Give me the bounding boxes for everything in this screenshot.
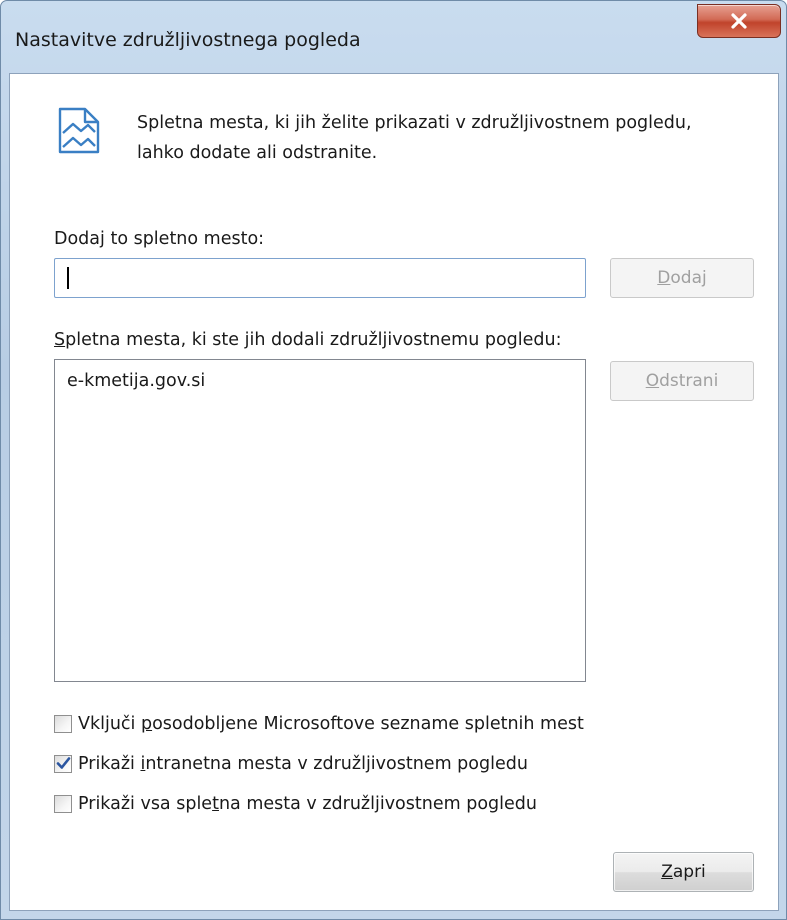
remove-button-accel: O — [645, 371, 660, 391]
option-1-pre: Vključi — [78, 714, 141, 734]
checkmark-icon — [56, 757, 71, 769]
option-1-post: osodobljene Microsoftove sezname spletni… — [152, 714, 584, 734]
title-bar[interactable]: Nastavitve združljivostnega pogleda — [1, 1, 786, 73]
close-dialog-button[interactable]: Zapri — [613, 852, 754, 892]
option-label-microsoft-lists: Vključi posodobljene Microsoftove seznam… — [78, 714, 584, 734]
add-site-label-pre: Doda — [54, 229, 101, 249]
remove-button[interactable]: Odstrani — [610, 361, 754, 401]
option-3-accel: t — [212, 794, 219, 814]
close-x-icon — [731, 13, 747, 29]
site-listbox[interactable]: e-kmetija.gov.si — [54, 359, 586, 682]
option-3-pre: Prikaži vsa sple — [78, 794, 213, 814]
option-label-all-sites: Prikaži vsa spletna mesta v združljivost… — [78, 794, 537, 814]
info-description: Spletna mesta, ki jih želite prikazati v… — [137, 108, 757, 168]
close-button[interactable] — [697, 4, 781, 38]
option-1-accel: p — [140, 714, 153, 734]
option-label-intranet-sites: Prikaži intranetna mesta v združljivostn… — [78, 754, 528, 774]
add-button[interactable]: Dodaj — [610, 258, 754, 298]
checkbox-microsoft-lists[interactable] — [54, 715, 72, 733]
add-button-rest: odaj — [670, 268, 707, 288]
list-item[interactable]: e-kmetija.gov.si — [67, 371, 205, 391]
site-list-label-post: pletna mesta, ki ste jih dodali združlji… — [65, 330, 562, 350]
text-caret — [67, 267, 69, 289]
add-site-label-post: to spletno mesto: — [104, 229, 265, 249]
window-title: Nastavitve združljivostnega pogleda — [15, 29, 361, 51]
remove-button-rest: dstrani — [659, 371, 719, 391]
option-all-sites[interactable]: Prikaži vsa spletna mesta v združljivost… — [54, 791, 537, 817]
add-button-accel: D — [657, 268, 671, 288]
add-site-input[interactable] — [54, 258, 586, 298]
close-dialog-button-accel: Z — [661, 862, 673, 882]
option-2-pre: Prikaži — [78, 754, 141, 774]
site-list-label-accel: S — [54, 330, 66, 350]
close-dialog-button-rest: apri — [672, 862, 706, 882]
add-site-label: Dodaj to spletno mesto: — [54, 229, 264, 249]
info-line-2: lahko dodate ali odstranite. — [137, 143, 378, 163]
checkbox-intranet-sites[interactable] — [54, 755, 72, 773]
site-list-label: Spletna mesta, ki ste jih dodali združlj… — [54, 330, 562, 350]
option-microsoft-lists[interactable]: Vključi posodobljene Microsoftove seznam… — [54, 711, 584, 737]
compatibility-view-icon — [57, 103, 101, 159]
dialog-window: Nastavitve združljivostnega pogleda Sple… — [0, 0, 787, 920]
option-2-post: ntranetna mesta v združljivostnem pogled… — [145, 754, 528, 774]
option-intranet-sites[interactable]: Prikaži intranetna mesta v združljivostn… — [54, 751, 528, 777]
checkbox-all-sites[interactable] — [54, 795, 72, 813]
option-3-post: na mesta v združljivostnem pogledu — [218, 794, 537, 814]
info-line-1: Spletna mesta, ki jih želite prikazati v… — [137, 113, 692, 133]
